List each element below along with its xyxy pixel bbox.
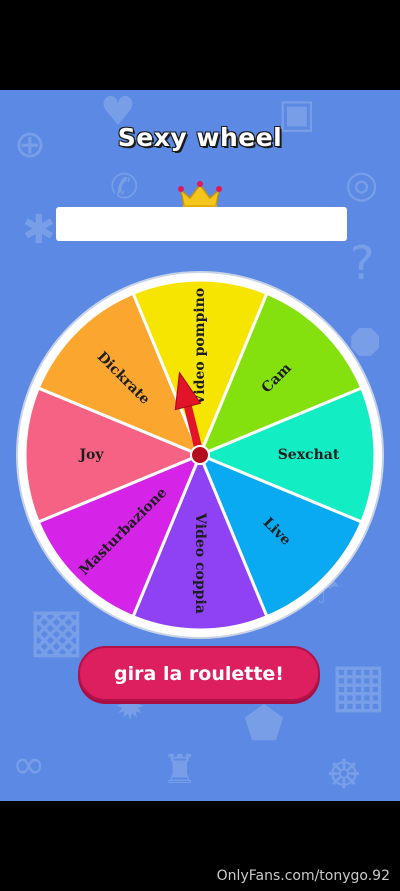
calendar-icon: ▦ (330, 650, 387, 720)
app-screen: ⊕ ♥ ▣ ✆ ◎ ✱ ? ⯃ ☂ ▩ ▦ ✹ ⬟ ∞ ♜ ☸ Sexy whe… (0, 90, 400, 801)
chess-rook-icon: ♜ (162, 747, 198, 793)
result-display (56, 207, 347, 241)
target-icon: ◎ (345, 162, 379, 206)
pin-icon: ⬟ (244, 696, 284, 750)
page-title: Sexy wheel (117, 123, 283, 152)
prize-wheel[interactable]: Video pompino CamSexchatLiveVideo coppiaM… (15, 270, 385, 640)
octopus-icon: ✱ (22, 207, 56, 253)
wheel-segment-label: Video pompino (192, 288, 208, 406)
wheel-segment-label: Video coppia (192, 512, 208, 614)
wheel-segment-label: Sexchat (278, 447, 340, 463)
wheel-segment-label: Joy (77, 447, 104, 463)
spin-button[interactable]: gira la roulette! (78, 646, 320, 701)
watermark: OnlyFans.com/tonygo.92 (216, 868, 390, 884)
phone-icon: ✆ (110, 167, 139, 207)
binoculars-icon: ∞ (12, 742, 46, 788)
crab-icon: ☸ (326, 752, 362, 798)
wheel-hub (190, 445, 210, 465)
